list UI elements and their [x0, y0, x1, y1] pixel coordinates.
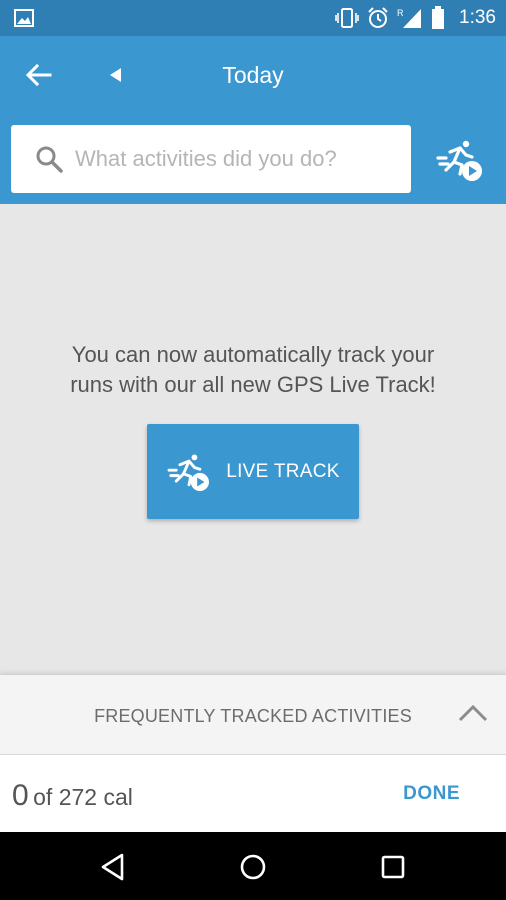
status-icons: R 1:36 [335, 0, 496, 36]
alarm-icon [368, 7, 388, 28]
promo-text-line1: You can now automatically track your [71, 342, 435, 367]
runner-play-icon [167, 454, 210, 491]
recents-square-icon[interactable] [378, 852, 408, 882]
svg-text:R: R [397, 8, 404, 18]
promo-text-line2: runs with our all new GPS Live Track! [70, 372, 436, 397]
search-input[interactable] [75, 146, 395, 172]
system-nav-bar [0, 832, 506, 900]
promo-text: You can now automatically track your run… [20, 340, 486, 400]
app-bar: Today [0, 36, 506, 114]
calorie-total: of 272 cal [33, 784, 133, 810]
calorie-bar: 0 of 272 cal DONE [0, 754, 506, 832]
back-triangle-icon[interactable] [98, 852, 128, 882]
search-icon [36, 146, 63, 173]
done-button[interactable]: DONE [403, 783, 460, 805]
chevron-up-icon[interactable] [458, 703, 488, 723]
frequently-tracked-label: FREQUENTLY TRACKED ACTIVITIES [94, 706, 412, 726]
home-circle-icon[interactable] [238, 852, 268, 882]
signal-roaming-icon: R [397, 8, 422, 28]
clock: 1:36 [459, 7, 496, 28]
search-row [0, 114, 506, 204]
calorie-current: 0 [12, 779, 29, 812]
calorie-summary: 0 of 272 cal [12, 779, 133, 813]
status-bar: R 1:36 [0, 0, 506, 36]
live-track-label: LIVE TRACK [226, 460, 340, 482]
battery-icon [432, 6, 445, 29]
page-title: Today [222, 62, 284, 88]
live-track-shortcut-icon[interactable] [436, 138, 484, 182]
main-content: You can now automatically track your run… [0, 204, 506, 674]
frequently-tracked-bar[interactable]: FREQUENTLY TRACKED ACTIVITIES [0, 674, 506, 754]
search-box[interactable] [11, 125, 411, 193]
vibrate-icon [335, 8, 359, 28]
image-icon [14, 9, 34, 27]
live-track-button[interactable]: LIVE TRACK [147, 424, 359, 519]
